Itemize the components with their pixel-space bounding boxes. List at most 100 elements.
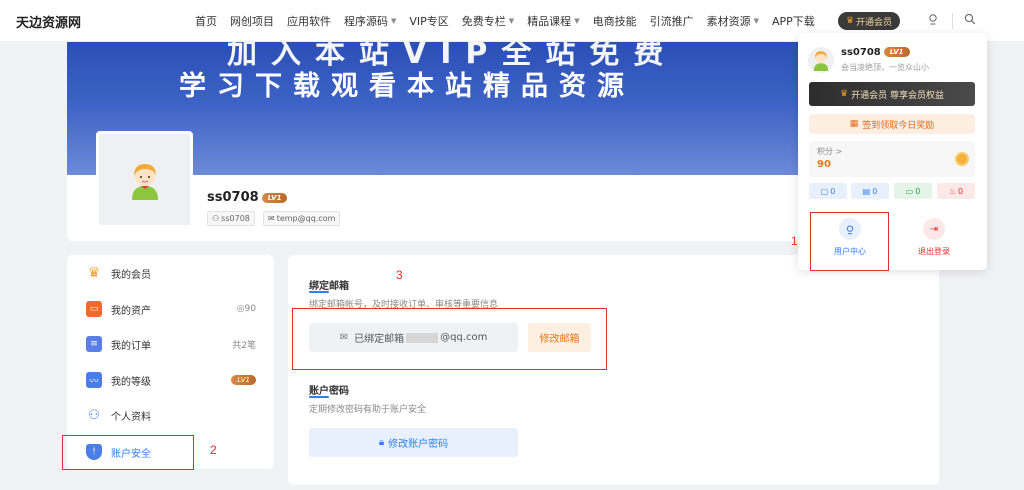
open-vip-button[interactable]: ♛ 开通会员 (838, 12, 900, 30)
nav-item-label: 电商技能 (592, 15, 637, 28)
annotation-box-1 (810, 212, 889, 271)
sidebar-item-label: 我的会员 (111, 269, 151, 281)
chevron-down-icon: ▼ (574, 17, 580, 25)
points-value: 90 (817, 159, 831, 170)
account-security-panel: 绑定邮箱 绑定邮箱帐号，及时接收订单、审核等重要信息 ✉ 已绑定邮箱 @qq.c… (288, 255, 939, 485)
sidebar-item-label: 个人资料 (111, 411, 151, 423)
profile-username: ss0708 LV1 (207, 190, 288, 205)
crown-icon: ♛ (840, 89, 849, 99)
calendar-icon: ▦ (849, 119, 859, 129)
points-label: 积分 > (817, 147, 843, 156)
level-badge: LV1 (261, 192, 288, 203)
main-menu: 首页 网创项目 应用软件 程序源码 ▼ VIP专区 免费专栏 ▼ 精品课程 ▼ 电商技… (195, 0, 828, 42)
nav-item-app-download[interactable]: APP下载 (772, 13, 815, 29)
stat-value: 0 (872, 186, 878, 196)
nav-item-free-column[interactable]: 免费专栏 ▼ (462, 13, 514, 29)
open-vip-bar[interactable]: ♛ 开通会员 尊享会员权益 (809, 82, 975, 106)
nav-item-online-projects[interactable]: 网创项目 (230, 13, 274, 29)
search-icon[interactable] (962, 13, 978, 29)
assets-value: ◎90 (237, 304, 256, 314)
wallet-icon: ▭ (86, 301, 102, 317)
username-text: ss0708 (207, 190, 259, 205)
change-password-label: 修改账户密码 (388, 439, 449, 450)
nav-item-courses[interactable]: 精品课程 ▼ (527, 13, 579, 29)
dropdown-username-text: ss0708 (841, 47, 881, 58)
nav-item-label: 素材资源 (706, 15, 751, 28)
user-id-text: ss0708 (221, 214, 250, 223)
logout-icon: ⇥ (923, 218, 945, 240)
sidebar-item-profile[interactable]: ⚇ 个人资料 (67, 400, 274, 430)
nav-item-label: 免费专栏 (461, 15, 506, 28)
user-icon[interactable] (925, 13, 941, 29)
points-card[interactable]: 积分 > 90 (809, 141, 975, 177)
stat-value: 0 (830, 186, 836, 196)
stat-messages[interactable]: ▭ 0 (894, 183, 932, 199)
document-icon: ▤ (862, 186, 871, 196)
stat-comments[interactable]: ▢ 0 (809, 183, 847, 199)
order-icon: ≡ (86, 336, 102, 352)
logout-button[interactable]: ⇥ 退出登录 (904, 213, 964, 263)
sidebar-item-label: 我的等级 (111, 376, 151, 388)
level-badge-text: LV1 (231, 374, 256, 385)
chevron-down-icon: ▼ (753, 17, 759, 25)
nav-item-materials[interactable]: 素材资源 ▼ (707, 13, 759, 29)
message-icon: ▭ (905, 186, 914, 196)
password-section-desc: 定期修改密码有助于账户安全 (309, 405, 427, 415)
nav-divider (952, 13, 953, 29)
annotation-number-3: 3 (396, 268, 403, 282)
level-badge: LV1 (228, 374, 256, 386)
email-text: temp@qq.com (276, 214, 336, 223)
annotation-box-2 (62, 435, 194, 470)
sidebar-item-level[interactable]: 〰 我的等级 LV1 (67, 365, 274, 395)
nav-item-ecommerce[interactable]: 电商技能 (593, 13, 637, 29)
dropdown-username: ss0708 LV1 (841, 47, 910, 58)
assets-value-text: 90 (244, 304, 256, 314)
email-section-title: 绑定邮箱 (309, 281, 349, 292)
comment-icon: ▢ (820, 186, 829, 196)
avatar[interactable] (808, 47, 834, 73)
sidebar-item-orders[interactable]: ≡ 我的订单 共2笔 (67, 329, 274, 359)
sidebar-item-membership[interactable]: ♛ 我的会员 (67, 258, 274, 288)
chevron-down-icon: ▼ (391, 17, 397, 25)
sign-in-button[interactable]: ▦ 签到领取今日奖励 (809, 114, 975, 134)
user-icon: ⚇ (212, 214, 220, 223)
level-badge: LV1 (883, 47, 910, 57)
fire-icon: ♨ (948, 186, 957, 196)
nav-item-label: 程序源码 (344, 15, 388, 28)
lock-icon: 🔒︎ (378, 437, 385, 448)
orders-count: 共2笔 (232, 340, 256, 351)
annotation-number-2: 2 (210, 443, 217, 457)
level-icon: 〰 (86, 372, 102, 388)
stat-value: 0 (915, 186, 921, 196)
avatar[interactable] (96, 131, 193, 228)
stat-posts[interactable]: ▤ 0 (851, 183, 889, 199)
user-icon: ⚇ (88, 407, 100, 423)
sign-in-label: 签到领取今日奖励 (862, 120, 935, 131)
change-password-button[interactable]: 🔒︎ 修改账户密码 (309, 428, 518, 457)
open-vip-bar-label: 开通会员 尊享会员权益 (851, 90, 944, 101)
email-section-underline (309, 291, 329, 293)
avatar-illustration-icon (131, 163, 158, 200)
site-logo[interactable]: 天边资源网 (16, 12, 81, 31)
sidebar-item-assets[interactable]: ▭ 我的资产 ◎90 (67, 294, 274, 324)
stat-hot[interactable]: ♨ 0 (937, 183, 975, 199)
email-tag: ✉ temp@qq.com (263, 211, 341, 226)
mail-icon: ✉ (268, 214, 275, 223)
nav-item-source-code[interactable]: 程序源码 ▼ (344, 13, 396, 29)
crown-icon: ♛ (87, 265, 101, 281)
stat-value: 0 (958, 186, 964, 196)
annotation-number-1: 1 (791, 234, 798, 248)
nav-item-label: VIP专区 (409, 15, 449, 28)
banner-text-line2: 学习下载观看本站精品资源 (179, 71, 635, 102)
logout-label: 退出登录 (918, 247, 950, 256)
avatar-illustration-icon (813, 51, 829, 71)
nav-item-home[interactable]: 首页 (195, 13, 217, 29)
nav-item-label: 精品课程 (527, 15, 572, 28)
nav-item-vip-zone[interactable]: VIP专区 (409, 13, 448, 29)
nav-item-software[interactable]: 应用软件 (287, 13, 331, 29)
nav-item-traffic[interactable]: 引流推广 (650, 13, 694, 29)
user-motto: 会当凌绝顶，一览众山小 (841, 63, 929, 72)
open-vip-label: 开通会员 (856, 17, 893, 28)
nav-item-label: APP下载 (771, 15, 815, 28)
coin-icon: ◎ (236, 304, 245, 314)
